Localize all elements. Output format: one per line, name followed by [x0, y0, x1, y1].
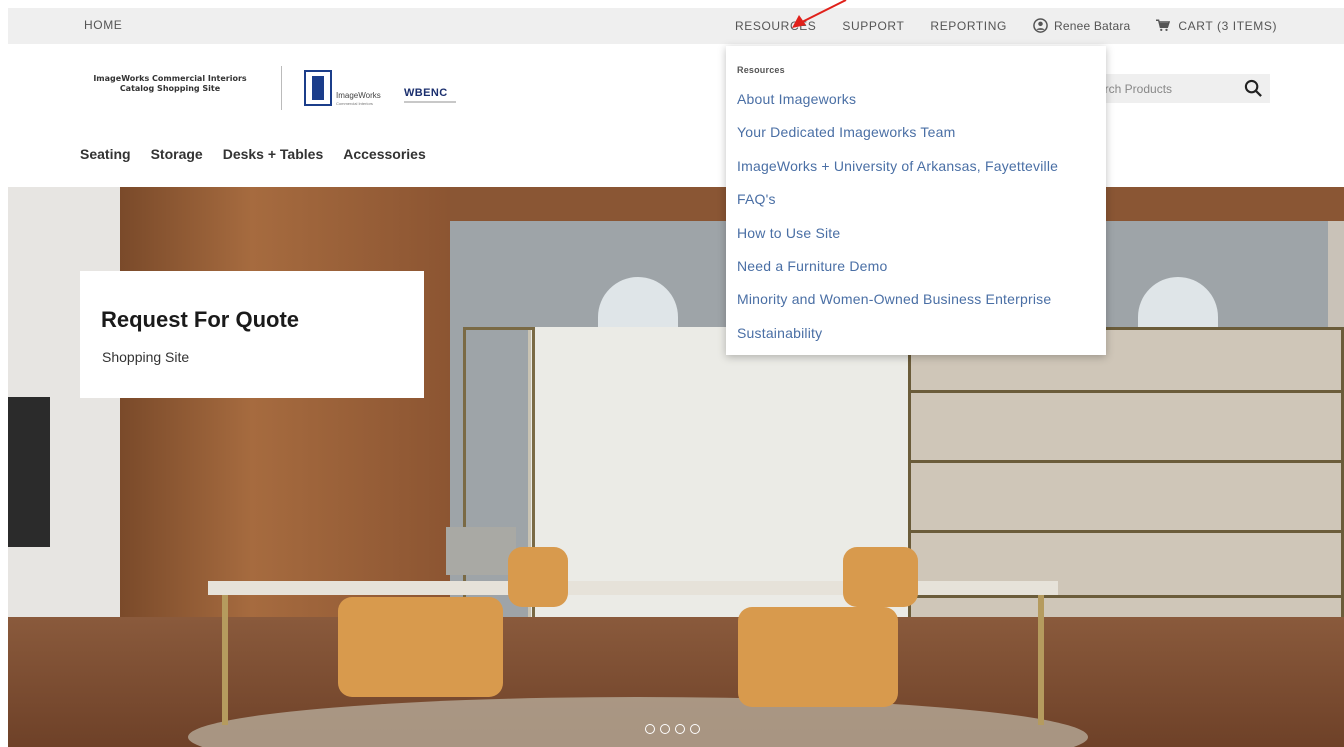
hero-table	[208, 581, 1058, 595]
menu-item-sustainability[interactable]: Sustainability	[737, 325, 822, 341]
menu-item-team[interactable]: Your Dedicated Imageworks Team	[737, 124, 955, 140]
hero-oven	[8, 397, 50, 547]
category-nav: Seating Storage Desks + Tables Accessori…	[80, 146, 446, 162]
cart-link[interactable]: CART (3 ITEMS)	[1156, 19, 1277, 33]
hero-title: Request For Quote	[101, 307, 300, 332]
menu-item-university[interactable]: ImageWorks + University of Arkansas, Fay…	[737, 158, 1058, 174]
hero-chair	[843, 547, 918, 607]
wbenc-logo-underline	[404, 101, 456, 103]
nav-accessories[interactable]: Accessories	[343, 146, 426, 162]
logo-divider	[281, 66, 282, 110]
user-circle-icon	[1033, 18, 1048, 33]
support-link[interactable]: SUPPORT	[842, 19, 904, 33]
user-name: Renee Batara	[1053, 18, 1131, 33]
hero-caption-card: Request For Quote Shopping Site	[80, 271, 424, 398]
imageworks-logo-sub: Commercial Interiors	[336, 101, 373, 106]
hero-table-leg	[222, 595, 228, 725]
nav-desks-tables[interactable]: Desks + Tables	[223, 146, 324, 162]
nav-storage[interactable]: Storage	[151, 146, 203, 162]
carousel-indicators	[645, 724, 705, 734]
red-arrow-icon	[792, 0, 847, 28]
carousel-dot[interactable]	[660, 724, 670, 734]
carousel-dot[interactable]	[645, 724, 655, 734]
cart-icon	[1156, 19, 1171, 32]
hero-shelving	[908, 327, 1344, 657]
carousel-dot[interactable]	[675, 724, 685, 734]
search-input[interactable]	[1090, 74, 1230, 103]
home-link[interactable]: HOME	[84, 18, 122, 32]
site-logo-text[interactable]: ImageWorks Commercial Interiors Catalog …	[80, 74, 260, 94]
search-icon[interactable]	[1244, 79, 1263, 98]
menu-item-about[interactable]: About Imageworks	[737, 91, 856, 107]
resources-dropdown-menu: Resources About Imageworks Your Dedicate…	[726, 46, 1106, 355]
hero-laptop	[446, 527, 516, 575]
hero-chair	[738, 607, 898, 707]
wbenc-logo: WBENC	[404, 87, 448, 99]
hero-table-leg	[1038, 595, 1044, 725]
menu-item-faq[interactable]: FAQ's	[737, 191, 776, 207]
site-name-line2: Catalog Shopping Site	[119, 84, 221, 93]
hero-wood-panel	[120, 187, 450, 627]
menu-item-how-to-use[interactable]: How to Use Site	[737, 225, 840, 241]
hero-chair	[338, 597, 503, 697]
carousel-dot[interactable]	[690, 724, 700, 734]
site-name-line1: ImageWorks Commercial Interiors	[93, 74, 247, 83]
reporting-link[interactable]: REPORTING	[930, 19, 1007, 33]
user-account-link[interactable]: Renee Batara	[1033, 18, 1130, 33]
hero-subtitle: Shopping Site	[102, 349, 190, 365]
hero-chair	[508, 547, 568, 607]
dropdown-heading: Resources	[737, 65, 785, 75]
nav-seating[interactable]: Seating	[80, 146, 131, 162]
menu-item-furniture-demo[interactable]: Need a Furniture Demo	[737, 258, 888, 274]
top-utility-bar: HOME RESOURCES SUPPORT REPORTING Renee B…	[8, 8, 1344, 44]
search-box	[1090, 74, 1270, 103]
cart-label: CART (3 ITEMS)	[1178, 18, 1278, 33]
imageworks-logo-name: ImageWorks	[336, 91, 381, 100]
menu-item-mwbe[interactable]: Minority and Women-Owned Business Enterp…	[737, 291, 1051, 307]
imageworks-logo-icon	[304, 70, 332, 106]
